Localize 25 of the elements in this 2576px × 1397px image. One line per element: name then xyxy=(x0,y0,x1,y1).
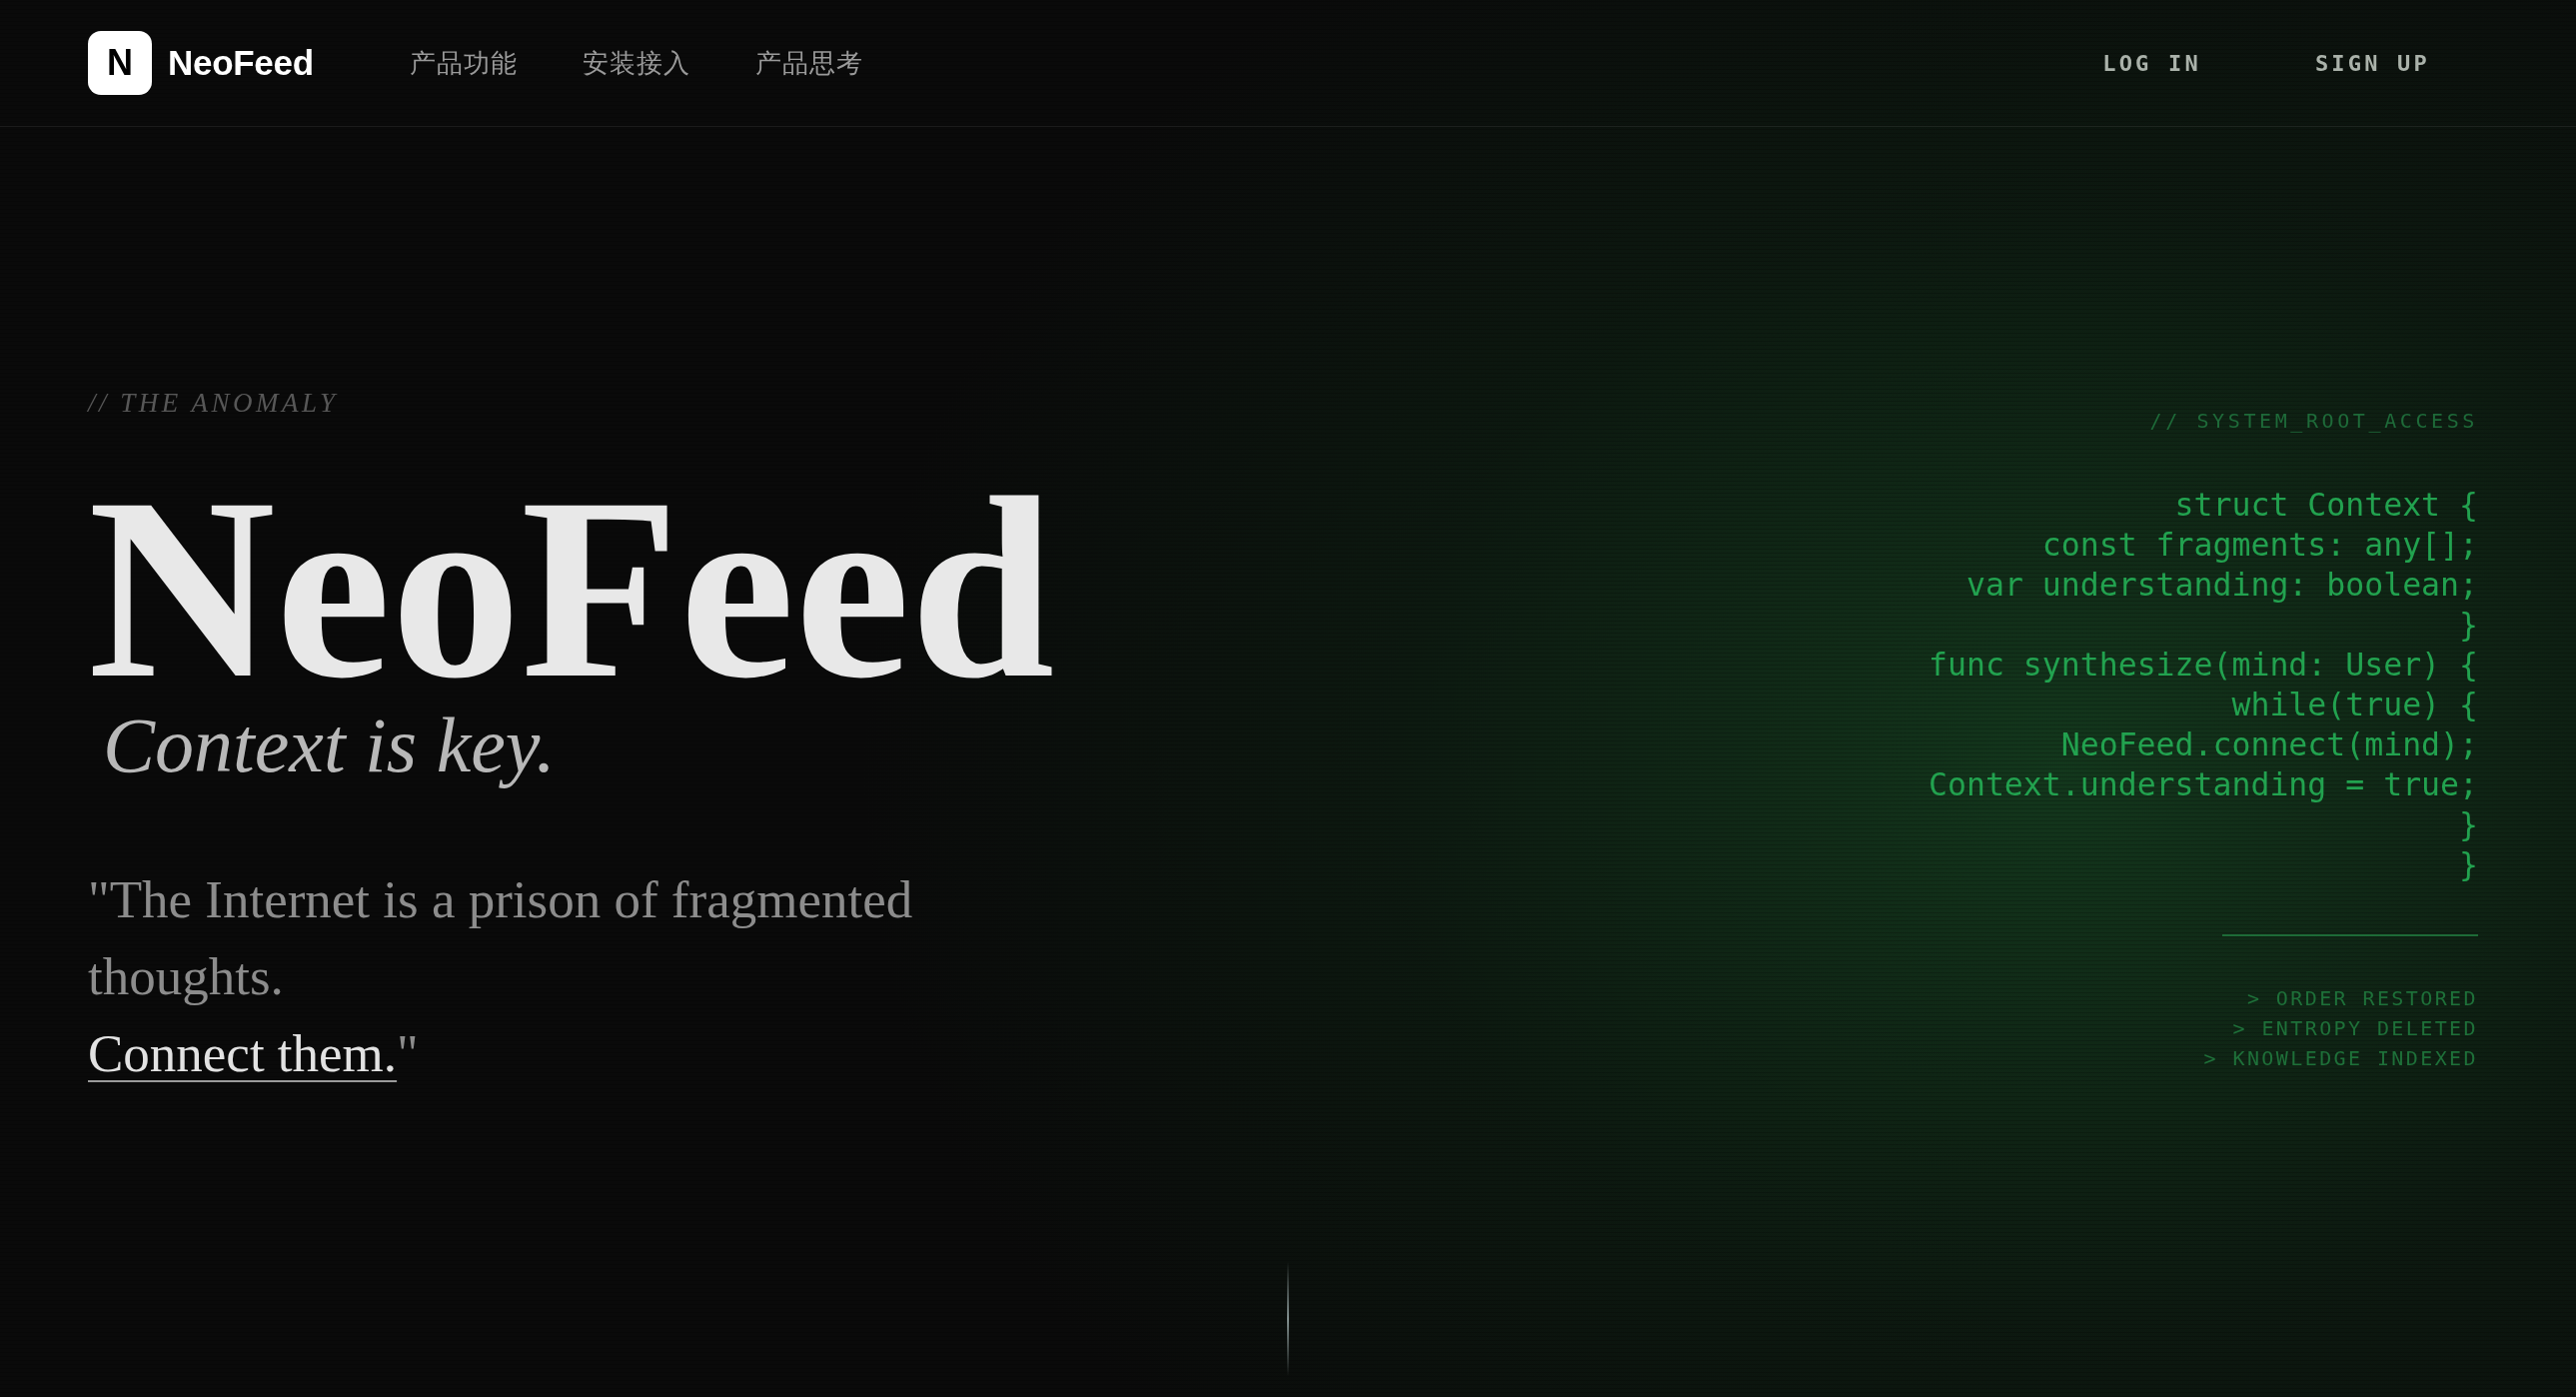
code-line: } xyxy=(2459,606,2478,645)
code-line: while(true) { xyxy=(2231,686,2478,724)
nav-link[interactable]: 产品功能 xyxy=(409,45,518,81)
code-line: NeoFeed.connect(mind); xyxy=(2060,725,2478,764)
hero-title: NeoFeed xyxy=(88,478,1056,698)
code-line: } xyxy=(2459,845,2478,884)
brand-name[interactable]: NeoFeed xyxy=(168,43,314,83)
nav-link[interactable]: 安装接入 xyxy=(582,45,690,81)
log-line: > KNOWLEDGE INDEXED xyxy=(2203,1045,2478,1072)
code-line: Context.understanding = true; xyxy=(1929,765,2478,804)
code-line: func synthesize(mind: User) { xyxy=(1929,646,2478,685)
log-line: > ENTROPY DELETED xyxy=(2232,1015,2478,1042)
log-line: > ORDER RESTORED xyxy=(2246,985,2478,1012)
quote-text: "The Internet is a prison of fragmented thoughts. Connect them." xyxy=(88,869,914,1084)
eyebrow-label: // THE ANOMALY xyxy=(88,388,339,419)
code-comment: // SYSTEM_ROOT_ACCESS xyxy=(2149,409,2478,433)
nav-link[interactable]: 产品思考 xyxy=(754,45,863,81)
signup-button[interactable]: SIGN UP xyxy=(2286,38,2458,88)
code-line: struct Context { xyxy=(2174,486,2478,525)
code-line: const fragments: any[]; xyxy=(2041,526,2478,565)
login-button[interactable]: LOG IN xyxy=(2074,38,2229,88)
code-line: var understanding: boolean; xyxy=(1965,566,2478,605)
hero-subtitle: Context is key. xyxy=(103,702,557,788)
logo-mark[interactable]: N xyxy=(88,31,152,95)
code-line: } xyxy=(2459,805,2478,844)
